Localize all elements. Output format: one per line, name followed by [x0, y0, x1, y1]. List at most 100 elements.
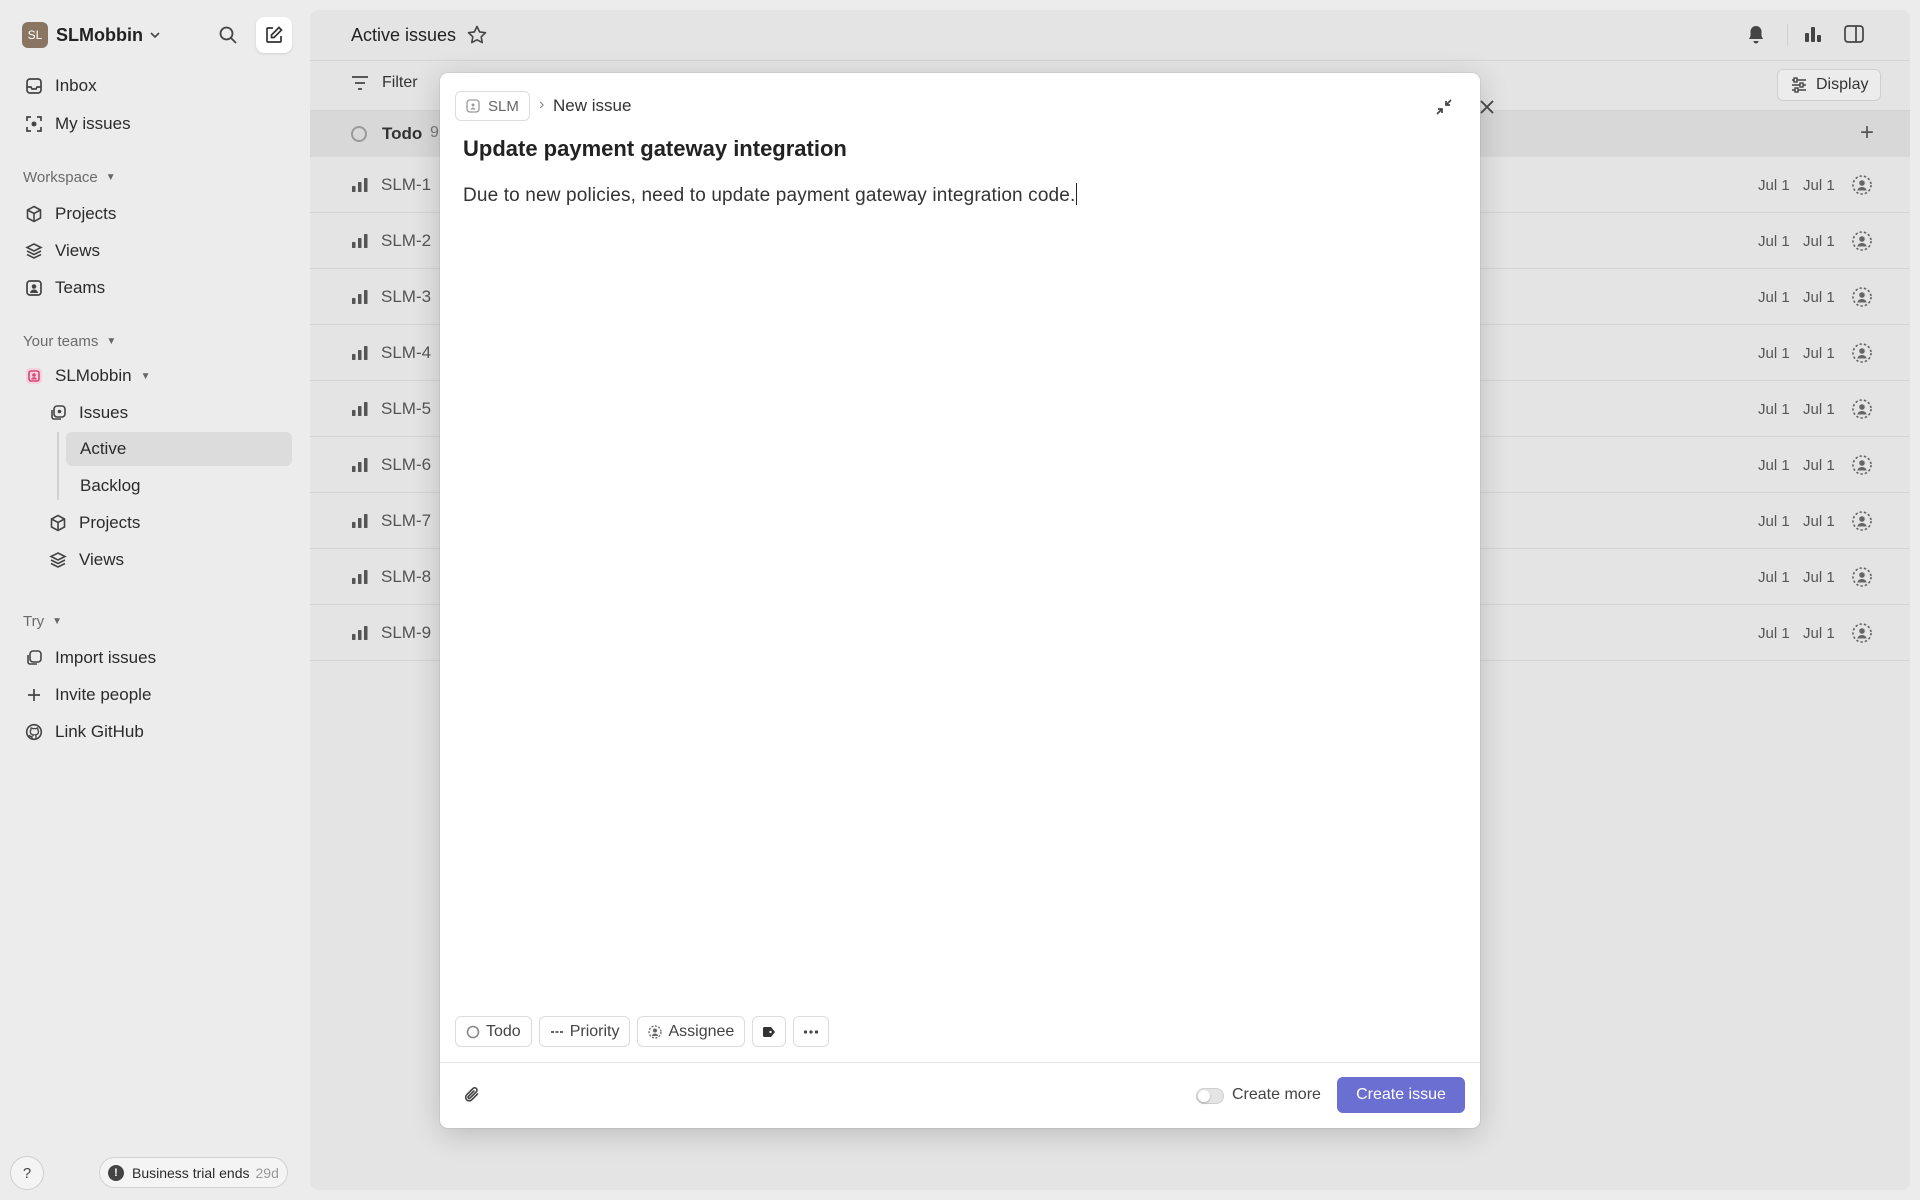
todo-status-icon [466, 1025, 480, 1039]
no-priority-icon [550, 1025, 564, 1039]
issue-id: SLM-7 [381, 511, 432, 530]
create-more-toggle[interactable] [1196, 1088, 1224, 1104]
sidebar-item-inbox[interactable]: Inbox [20, 69, 292, 103]
caret-down-icon: ▼ [52, 616, 63, 627]
try-section-toggle[interactable]: Try ▼ [23, 613, 62, 630]
section-label: Try [23, 613, 45, 630]
header-divider [1787, 24, 1788, 46]
issue-date-updated: Jul 1 [1803, 569, 1835, 586]
sidebar-item-import-issues[interactable]: Import issues [20, 641, 292, 675]
sidebar-item-team-backlog[interactable]: Backlog [66, 469, 292, 503]
search-button[interactable] [210, 17, 246, 53]
toggle-knob [1198, 1090, 1210, 1102]
issue-date-created: Jul 1 [1758, 569, 1790, 586]
workspace-section-toggle[interactable]: Workspace ▼ [23, 169, 116, 186]
team-name: SLMobbin [55, 366, 132, 385]
assignee-icon[interactable] [1851, 230, 1873, 252]
issue-date-updated: Jul 1 [1803, 625, 1835, 642]
priority-selector[interactable]: Priority [538, 1016, 631, 1047]
sidebar-item-label: Views [55, 241, 101, 260]
section-label: Your teams [23, 333, 99, 350]
issue-title-input[interactable]: Update payment gateway integration [463, 136, 847, 162]
team-chip-label: SLM [488, 97, 519, 115]
section-label: Workspace [23, 169, 98, 186]
my-issues-icon [24, 114, 44, 134]
sidebar-item-link-github[interactable]: Link GitHub [20, 715, 292, 749]
labels-selector[interactable] [752, 1016, 787, 1047]
new-issue-modal: SLM › New issue Update payment gateway i… [440, 73, 1494, 1128]
sidebar-team-slmobbin[interactable]: SLMobbin ▼ [20, 359, 292, 393]
issue-description-input[interactable]: Due to new policies, need to update paym… [463, 183, 1078, 207]
plus-icon [24, 685, 44, 705]
breadcrumb-separator: › [539, 96, 545, 113]
sidebar-item-projects[interactable]: Projects [20, 197, 292, 231]
assignee-icon[interactable] [1851, 286, 1873, 308]
tag-icon [762, 1026, 776, 1038]
create-more-label: Create more [1232, 1086, 1321, 1103]
sidebar-item-label: Inbox [55, 76, 97, 95]
issue-date-updated: Jul 1 [1803, 289, 1835, 306]
sidebar-item-team-views[interactable]: Views [44, 543, 292, 577]
priority-label: Priority [569, 1022, 620, 1040]
create-issue-button[interactable]: Create issue [1337, 1077, 1465, 1113]
search-icon [218, 25, 238, 45]
sidebar-item-my-issues[interactable]: My issues [20, 107, 292, 141]
minimize-button[interactable] [1430, 93, 1458, 121]
sidebar-item-team-issues[interactable]: Issues [44, 396, 292, 430]
assignee-icon[interactable] [1851, 510, 1873, 532]
breadcrumb-current: New issue [553, 96, 632, 115]
workspace-switcher[interactable]: SL SLMobbin [22, 20, 161, 50]
assignee-icon[interactable] [1851, 398, 1873, 420]
assignee-icon[interactable] [1851, 342, 1873, 364]
filter-button[interactable]: Filter [350, 74, 418, 92]
attachment-icon[interactable] [462, 1085, 482, 1105]
issue-date-created: Jul 1 [1758, 177, 1790, 194]
import-icon [24, 648, 44, 668]
sidebar-item-invite-people[interactable]: Invite people [20, 678, 292, 712]
sidebar-item-team-projects[interactable]: Projects [44, 506, 292, 540]
panel-toggle-icon[interactable] [1843, 24, 1865, 44]
issue-date-created: Jul 1 [1758, 513, 1790, 530]
caret-down-icon: ▼ [140, 370, 151, 382]
status-selector[interactable]: Todo [455, 1016, 532, 1047]
team-avatar-icon [24, 366, 44, 386]
more-options-button[interactable] [793, 1016, 830, 1047]
sidebar-item-label: Projects [79, 513, 141, 532]
priority-icon [351, 570, 369, 584]
issue-id: SLM-3 [381, 287, 432, 306]
sidebar-item-teams[interactable]: Teams [20, 271, 292, 305]
close-button[interactable] [1473, 93, 1501, 121]
issue-id: SLM-9 [381, 623, 432, 642]
issue-date-updated: Jul 1 [1803, 457, 1835, 474]
add-issue-icon[interactable]: + [1860, 119, 1874, 147]
issue-id: SLM-5 [381, 399, 432, 418]
your-teams-section-toggle[interactable]: Your teams ▼ [23, 333, 116, 350]
status-label: Todo [486, 1022, 521, 1040]
assignee-selector[interactable]: Assignee [637, 1016, 746, 1047]
group-name: Todo [382, 124, 423, 143]
assignee-icon[interactable] [1851, 622, 1873, 644]
assignee-icon[interactable] [1851, 174, 1873, 196]
sidebar-item-label: Link GitHub [55, 722, 144, 741]
issue-id: SLM-6 [381, 455, 432, 474]
issues-icon [48, 403, 68, 423]
display-button[interactable]: Display [1777, 69, 1882, 101]
sidebar-item-views[interactable]: Views [20, 234, 292, 268]
priority-icon [351, 402, 369, 416]
issue-id: SLM-8 [381, 567, 432, 586]
issue-date-created: Jul 1 [1758, 233, 1790, 250]
help-button[interactable]: ? [10, 1156, 44, 1190]
issue-date-updated: Jul 1 [1803, 177, 1835, 194]
chart-icon[interactable] [1803, 24, 1823, 44]
sidebar-item-team-active[interactable]: Active [66, 432, 292, 466]
assignee-icon[interactable] [1851, 566, 1873, 588]
sidebar-item-label: Views [79, 550, 125, 569]
new-issue-button[interactable] [256, 17, 292, 53]
assignee-icon[interactable] [1851, 454, 1873, 476]
bell-icon[interactable] [1746, 24, 1766, 46]
star-icon[interactable] [466, 24, 488, 46]
trial-badge[interactable]: ! Business trial ends 29d [99, 1157, 288, 1188]
issue-date-updated: Jul 1 [1803, 513, 1835, 530]
team-selector[interactable]: SLM [455, 91, 530, 121]
sidebar-item-label: Teams [55, 278, 106, 297]
